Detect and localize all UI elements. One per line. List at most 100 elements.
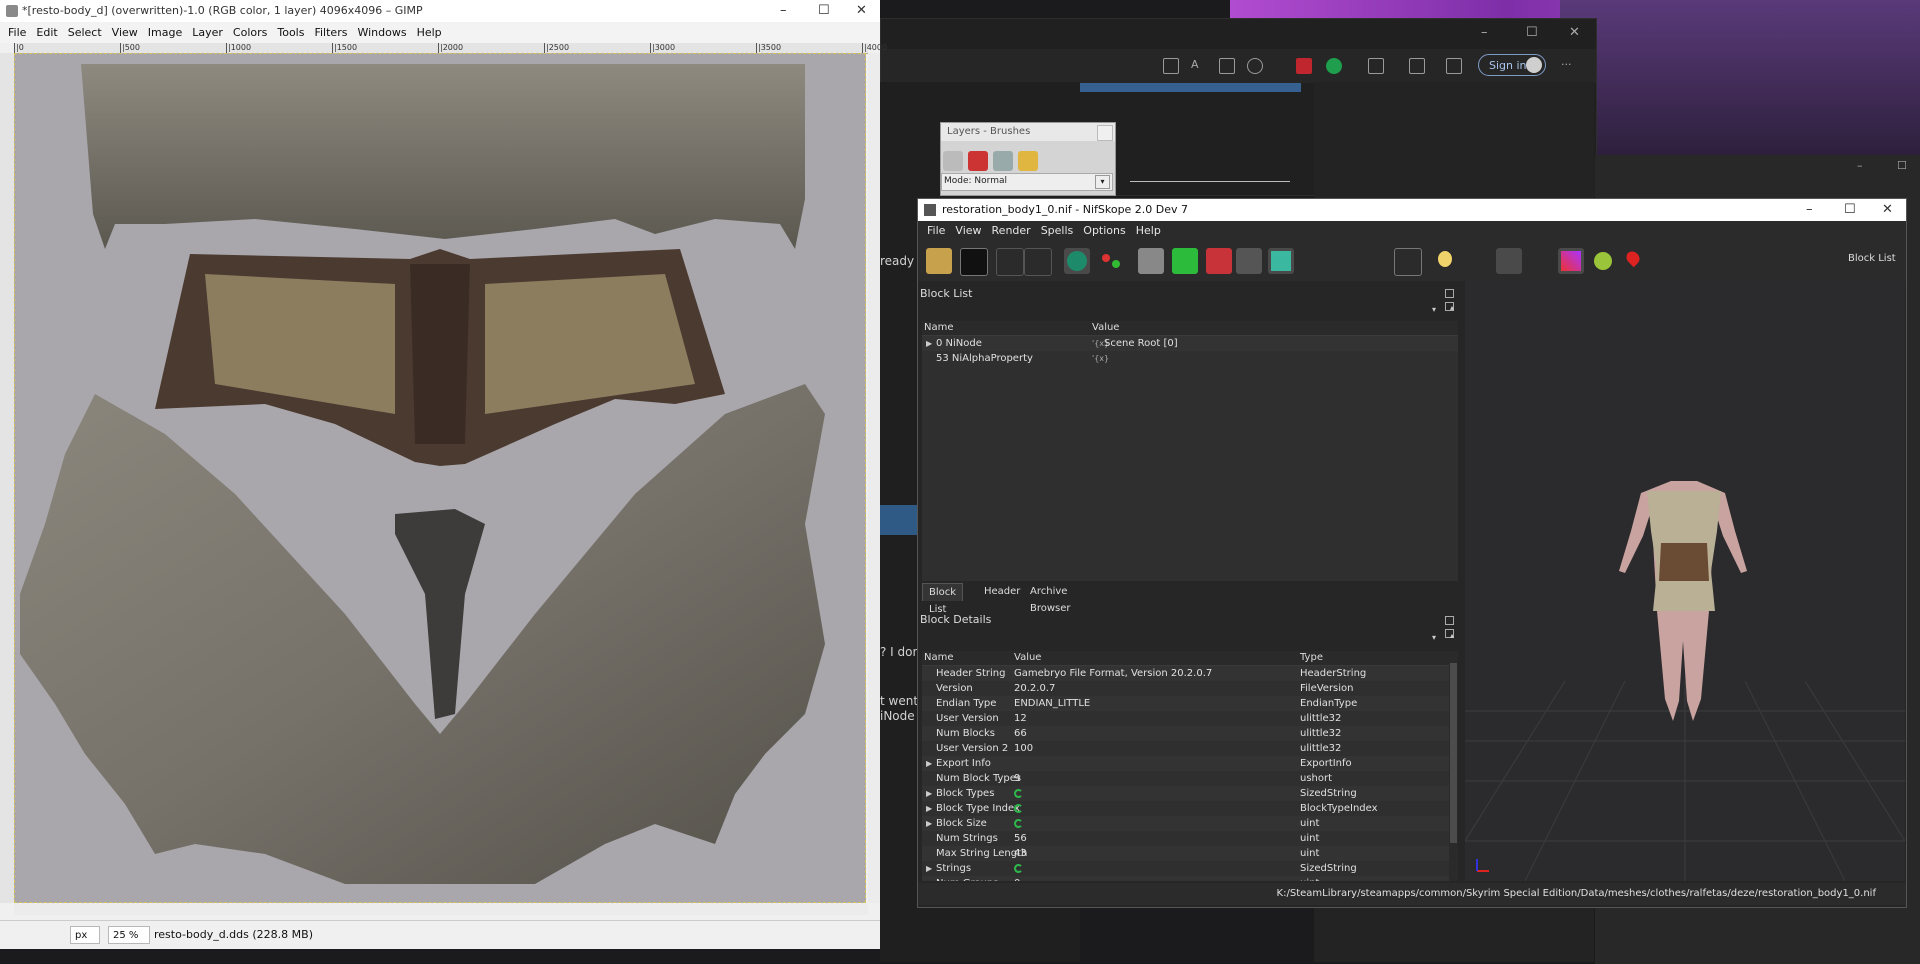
menu-item[interactable]: Select (68, 22, 102, 43)
menu-item[interactable]: Help (417, 22, 442, 43)
save-icon[interactable] (960, 248, 988, 276)
block-list-toggle[interactable]: Block List (1848, 253, 1896, 264)
gradient-icon[interactable] (1558, 248, 1584, 274)
table-row[interactable]: Version 20.2.0.7 FileVersion (922, 681, 1458, 696)
chevron-up-icon[interactable]: ▴ (1450, 303, 1454, 312)
image-canvas[interactable] (14, 53, 866, 903)
cube-half-icon[interactable] (1236, 248, 1262, 274)
paths-icon[interactable] (993, 151, 1013, 171)
eye-gear-icon[interactable] (1364, 248, 1390, 274)
dock-buttons[interactable] (1444, 615, 1462, 638)
tab-header[interactable]: Header (978, 583, 1026, 600)
menu-item[interactable]: File (8, 22, 26, 43)
dock-buttons[interactable] (1444, 288, 1462, 311)
menu-item[interactable]: Edit (36, 22, 57, 43)
extension-icon[interactable] (1296, 58, 1312, 74)
table-row[interactable]: ▶ Block Size uint (922, 816, 1458, 831)
close-icon[interactable]: ✕ (1882, 199, 1893, 221)
undo-icon[interactable] (1018, 151, 1038, 171)
render-viewport[interactable] (1465, 281, 1905, 881)
unit-select[interactable]: px (70, 926, 100, 944)
nodes-icon[interactable] (1528, 248, 1554, 274)
axes-3d-icon[interactable] (1496, 248, 1522, 274)
menu-item[interactable]: View (955, 221, 981, 241)
pin-icon[interactable] (1620, 248, 1646, 274)
minimize-icon[interactable]: – (1806, 199, 1813, 221)
table-row[interactable]: ▶ Block Type Index BlockTypeIndex (922, 801, 1458, 816)
vertical-scrollbar[interactable] (868, 53, 880, 903)
undo-icon[interactable] (996, 248, 1024, 276)
menu-item[interactable]: Tools (277, 22, 304, 43)
expand-icon[interactable]: ▶ (926, 861, 932, 876)
menu-item[interactable]: View (112, 22, 138, 43)
chevron-up-icon[interactable]: ▴ (1450, 631, 1454, 640)
transform-icon[interactable] (1098, 248, 1124, 274)
menu-item[interactable]: Windows (357, 22, 406, 43)
layers-icon[interactable] (943, 151, 963, 171)
minimize-icon[interactable]: – (780, 0, 787, 22)
menu-item[interactable]: Options (1083, 221, 1125, 241)
cube-red-icon[interactable] (1206, 248, 1232, 274)
expand-icon[interactable]: ▶ (926, 336, 932, 351)
cube-gray-icon[interactable] (1138, 248, 1164, 274)
table-row[interactable]: 53 NiAlphaProperty '{x} (922, 351, 1458, 366)
favorites-icon[interactable] (1409, 58, 1425, 74)
menu-item[interactable]: Colors (233, 22, 267, 43)
tab-block-list[interactable]: Block List (922, 583, 964, 615)
puzzle-icon[interactable] (1368, 58, 1384, 74)
menu-item[interactable]: Layer (192, 22, 223, 43)
table-row[interactable]: ▶ Export Info ExportInfo (922, 756, 1458, 771)
maximize-icon[interactable]: ☐ (1526, 25, 1538, 40)
cube-green-icon[interactable] (1172, 248, 1198, 274)
signin-button[interactable]: Sign in (1478, 54, 1546, 76)
close-icon[interactable]: ✕ (1569, 25, 1580, 40)
table-row[interactable]: ▶ 0 NiNode '{x} Scene Root [0] (922, 336, 1458, 351)
close-icon[interactable]: ✕ (856, 0, 867, 22)
table-row[interactable]: User Version 12 ulittle32 (922, 711, 1458, 726)
app-icon[interactable] (1163, 58, 1179, 74)
menu-item[interactable]: File (927, 221, 945, 241)
table-row[interactable]: Num Strings 56 uint (922, 831, 1458, 846)
chevron-down-icon[interactable]: ▾ (1432, 633, 1436, 642)
light-icon[interactable] (1432, 248, 1458, 274)
screenshot-icon[interactable] (1394, 248, 1422, 276)
table-row[interactable]: Num Block Types 9 ushort (922, 771, 1458, 786)
table-row[interactable]: Num Blocks 66 ulittle32 (922, 726, 1458, 741)
channels-icon[interactable] (968, 151, 988, 171)
horizontal-scrollbar[interactable] (14, 903, 868, 915)
immersive-reader-icon[interactable] (1219, 58, 1235, 74)
minimize-icon[interactable]: – (1481, 25, 1488, 40)
menu-item[interactable]: Image (148, 22, 182, 43)
read-aloud-icon[interactable]: A (1191, 58, 1205, 72)
block-list-tree[interactable]: Name Value ▶ 0 NiNode '{x} Scene Root [0… (922, 321, 1458, 581)
details-scrollbar[interactable] (1449, 651, 1458, 881)
expand-icon[interactable]: ▶ (926, 816, 932, 831)
shield-icon[interactable] (1326, 58, 1342, 74)
footprints-icon[interactable] (1304, 248, 1330, 274)
menu-item[interactable]: Spells (1041, 221, 1074, 241)
maximize-icon[interactable]: ☐ (818, 0, 830, 22)
menu-item[interactable]: Filters (314, 22, 347, 43)
chevron-down-icon[interactable]: ▾ (1432, 305, 1436, 314)
compass-icon[interactable] (1590, 248, 1616, 274)
collections-icon[interactable] (1446, 58, 1462, 74)
zoom-select[interactable]: 25 % (108, 926, 150, 944)
table-row[interactable]: Num Groups 0 uint (922, 876, 1458, 881)
eye-icon[interactable] (1334, 248, 1360, 274)
more-icon[interactable]: ··· (1561, 58, 1575, 72)
vertical-ruler[interactable] (0, 53, 15, 903)
expand-icon[interactable]: ▶ (926, 756, 932, 771)
table-row[interactable]: Endian Type ENDIAN_LITTLE EndianType (922, 696, 1458, 711)
open-icon[interactable] (926, 248, 952, 274)
table-row[interactable]: Max String Length 43 uint (922, 846, 1458, 861)
table-row[interactable]: User Version 2 100 ulittle32 (922, 741, 1458, 756)
axes-icon[interactable] (1466, 248, 1492, 274)
select-icon[interactable] (1064, 248, 1090, 274)
minimize-icon[interactable]: – (1857, 159, 1863, 172)
expand-icon[interactable]: ▶ (926, 801, 932, 816)
table-row[interactable]: Header String Gamebryo File Format, Versi… (922, 666, 1458, 681)
favorite-icon[interactable] (1247, 58, 1263, 74)
menu-item[interactable]: Render (992, 221, 1031, 241)
tab-archive-browser[interactable]: Archive Browser (1024, 583, 1077, 614)
cube-color-icon[interactable] (1268, 248, 1294, 274)
